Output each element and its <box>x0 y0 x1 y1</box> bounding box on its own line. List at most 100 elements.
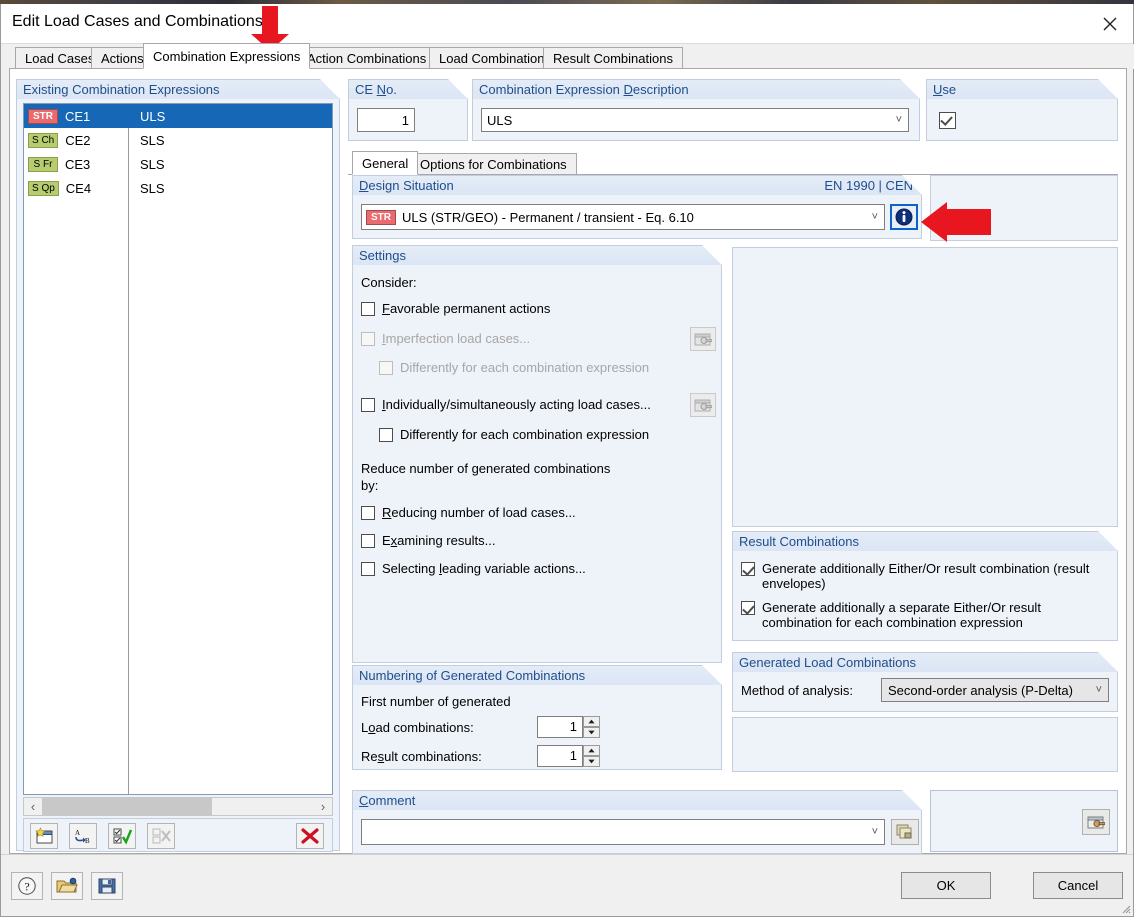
individually-differently-row[interactable]: Differently for each combination express… <box>379 427 649 442</box>
result-combinations-body: Generate additionally Either/Or result c… <box>732 551 1118 641</box>
result-combinations-group: Result Combinations Generate additionall… <box>732 531 1118 641</box>
tab-options-for-combinations[interactable]: Options for Combinations <box>410 153 577 175</box>
scrollbar-thumb[interactable] <box>42 798 212 815</box>
close-icon[interactable] <box>1087 4 1133 44</box>
examining-results-row[interactable]: Examining results... <box>361 533 495 548</box>
save-disk-icon[interactable] <box>91 872 123 900</box>
tab-result-combinations[interactable]: Result Combinations <box>543 47 683 69</box>
tab-load-combinations[interactable]: Load Combinations <box>429 47 562 69</box>
info-icon[interactable] <box>890 204 918 230</box>
individually-differently-checkbox[interactable] <box>379 428 393 442</box>
resize-grip[interactable] <box>1119 902 1131 914</box>
svg-text:?: ? <box>24 880 29 894</box>
generated-load-combinations-body: Method of analysis: Second-order analysi… <box>732 672 1118 712</box>
examining-results-label: Examining results... <box>382 533 496 548</box>
existing-combination-expressions-group: Existing Combination Expressions STR CE1… <box>16 79 340 852</box>
cancel-button[interactable]: Cancel <box>1033 872 1123 899</box>
dialog-footer: ? OK Cancel <box>1 854 1133 916</box>
comment-combobox[interactable]: ˅ <box>361 819 885 845</box>
new-combination-expression-button[interactable] <box>30 823 58 849</box>
tab-general[interactable]: General <box>352 151 419 175</box>
reducing-number-of-load-cases-checkbox[interactable] <box>361 506 375 520</box>
design-standard-label: EN 1990 | CEN <box>824 178 913 193</box>
load-combinations-value[interactable]: 1 <box>537 716 583 738</box>
favorable-permanent-actions-row[interactable]: Favorable permanent actions <box>361 301 550 316</box>
settings-body: Consider: Favorable permanent actions Im… <box>352 265 722 663</box>
selecting-leading-variable-actions-row[interactable]: Selecting leading variable actions... <box>361 561 586 576</box>
description-combobox[interactable]: ULS ˅ <box>481 108 909 132</box>
favorable-permanent-actions-label: Favorable permanent actions <box>382 301 551 316</box>
imperfection-differently-checkbox[interactable] <box>379 361 393 375</box>
design-situation-badge: S Ch <box>28 132 59 148</box>
generate-either-or-row[interactable]: Generate additionally Either/Or result c… <box>741 561 1107 591</box>
design-situation-badge: STR <box>28 108 58 124</box>
generate-separate-either-or-row[interactable]: Generate additionally a separate Either/… <box>741 600 1111 630</box>
favorable-permanent-actions-checkbox[interactable] <box>361 302 375 316</box>
deselect-all-button[interactable] <box>147 823 175 849</box>
settings-window-icon[interactable] <box>1082 809 1110 835</box>
imperfection-load-cases-row[interactable]: Imperfection load cases... <box>361 331 530 346</box>
imperfection-load-cases-checkbox[interactable] <box>361 332 375 346</box>
ce-no-body <box>348 99 468 141</box>
rename-button[interactable]: A B <box>69 823 97 849</box>
ce-no-group: CE No. <box>348 79 468 141</box>
individually-simultaneously-checkbox[interactable] <box>361 398 375 412</box>
ce-no-input[interactable] <box>357 108 415 132</box>
ok-button[interactable]: OK <box>901 872 991 899</box>
spinner-down-icon[interactable] <box>583 756 600 767</box>
copy-windows-icon[interactable] <box>891 819 919 845</box>
spinner-down-icon[interactable] <box>583 727 600 738</box>
design-situation-combobox[interactable]: STR ULS (STR/GEO) - Permanent / transien… <box>361 204 885 230</box>
inner-tabstrip: General Options for Combinations <box>348 151 1118 175</box>
method-of-analysis-combobox[interactable]: Second-order analysis (P-Delta) ˅ <box>881 678 1109 702</box>
use-checkbox[interactable] <box>939 112 956 129</box>
spinner-up-icon[interactable] <box>583 716 600 727</box>
generate-separate-either-or-checkbox[interactable] <box>741 601 755 615</box>
spinner-up-icon[interactable] <box>583 745 600 756</box>
individually-differently-label: Differently for each combination express… <box>400 427 650 442</box>
imperfection-settings-window-icon[interactable] <box>690 327 716 351</box>
load-combinations-spin-buttons[interactable] <box>583 716 600 738</box>
result-combinations-value[interactable]: 1 <box>537 745 583 767</box>
svg-text:A: A <box>75 829 80 837</box>
comment-title: Comment <box>359 793 416 808</box>
imperfection-differently-row[interactable]: Differently for each combination express… <box>379 360 649 375</box>
help-icon[interactable]: ? <box>11 872 43 900</box>
individually-simultaneously-row[interactable]: Individually/simultaneously acting load … <box>361 397 651 412</box>
tab-action-combinations[interactable]: Action Combinations <box>297 47 437 69</box>
reducing-number-of-load-cases-row[interactable]: Reducing number of load cases... <box>361 505 576 520</box>
individually-simultaneously-label: Individually/simultaneously acting load … <box>382 397 651 412</box>
chevron-left-icon[interactable]: ‹ <box>24 799 42 814</box>
generated-load-combinations-header: Generated Load Combinations <box>732 652 1118 672</box>
chevron-right-icon[interactable]: › <box>314 799 332 814</box>
row-name-cell: STR CE1 <box>24 108 128 124</box>
row-desc-cell: SLS <box>140 132 165 148</box>
load-combinations-stepper[interactable]: 1 <box>537 716 600 738</box>
settings-header: Settings <box>352 245 722 265</box>
selecting-leading-variable-actions-checkbox[interactable] <box>361 562 375 576</box>
generate-either-or-checkbox[interactable] <box>741 562 755 576</box>
row-name-cell: S Qp CE4 <box>24 180 128 196</box>
examining-results-checkbox[interactable] <box>361 534 375 548</box>
list-column-divider <box>128 104 129 794</box>
use-group: Use <box>926 79 1118 141</box>
tab-combination-expressions[interactable]: Combination Expressions <box>143 43 311 69</box>
delete-button[interactable] <box>296 823 324 849</box>
row-label: CE1 <box>65 108 91 124</box>
result-combinations-stepper[interactable]: 1 <box>537 745 600 767</box>
design-situation-group: Design Situation EN 1990 | CEN STR ULS (… <box>352 175 922 239</box>
table-row[interactable]: S Ch CE2 SLS <box>24 128 332 152</box>
select-all-button[interactable] <box>108 823 136 849</box>
design-situation-side-panel <box>930 175 1118 241</box>
row-name-cell: S Fr CE3 <box>24 156 128 172</box>
window-title: Edit Load Cases and Combinations <box>12 13 263 30</box>
table-row[interactable]: S Qp CE4 SLS <box>24 176 332 200</box>
list-horizontal-scrollbar[interactable]: ‹ › <box>23 797 333 816</box>
combination-expressions-list[interactable]: STR CE1 ULS S Ch CE2 SLS S Fr CE3 SLS S … <box>23 103 333 795</box>
open-folder-icon[interactable] <box>51 872 83 900</box>
table-row[interactable]: S Fr CE3 SLS <box>24 152 332 176</box>
table-row[interactable]: STR CE1 ULS <box>24 104 332 128</box>
result-combinations-spin-buttons[interactable] <box>583 745 600 767</box>
reducing-number-of-load-cases-label: Reducing number of load cases... <box>382 505 576 520</box>
individually-settings-window-icon[interactable] <box>690 393 716 417</box>
